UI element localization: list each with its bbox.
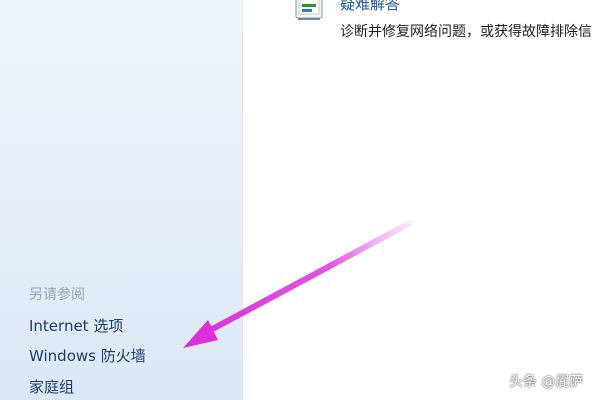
watermark: 头条 @屁萨 xyxy=(509,374,584,390)
troubleshoot-link[interactable]: 疑难解答 xyxy=(340,0,400,14)
left-task-pane: 另请参阅 Internet 选项 Windows 防火墙 家庭组 xyxy=(0,0,243,400)
see-also-heading: 另请参阅 xyxy=(29,287,85,303)
sidebar-link-internet-options[interactable]: Internet 选项 xyxy=(29,315,123,336)
sidebar-link-windows-firewall[interactable]: Windows 防火墙 xyxy=(29,345,146,366)
troubleshoot-icon[interactable] xyxy=(295,0,325,22)
sidebar-link-homegroup[interactable]: 家庭组 xyxy=(29,376,74,397)
troubleshoot-description: 诊断并修复网络问题，或获得故障排除信 xyxy=(340,24,592,40)
main-content xyxy=(243,0,600,400)
